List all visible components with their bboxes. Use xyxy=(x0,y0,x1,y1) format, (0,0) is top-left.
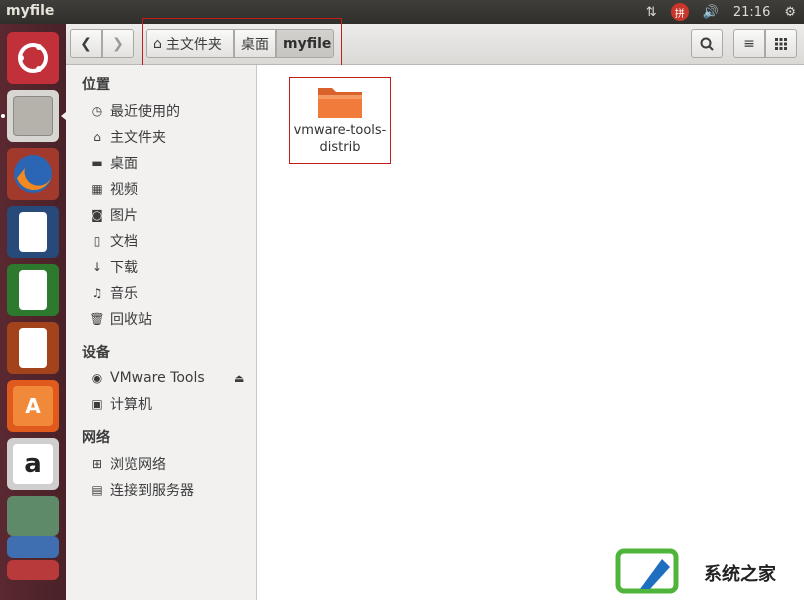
network-icon: ⊞ xyxy=(91,457,103,471)
watermark-text: 系统之家 xyxy=(704,564,776,585)
chevron-right-icon: ❯ xyxy=(112,35,124,52)
disc-icon: ◉ xyxy=(91,371,103,385)
launcher-software-center-button[interactable]: A xyxy=(7,380,59,432)
file-cabinet-icon xyxy=(13,96,53,136)
launcher-calc-button[interactable] xyxy=(7,264,59,316)
network-transfer-icon[interactable]: ⇅ xyxy=(646,5,657,20)
calc-spreadsheet-icon xyxy=(19,270,47,310)
computer-icon: ▣ xyxy=(91,397,103,411)
firefox-icon xyxy=(14,155,52,193)
launcher-update-button[interactable] xyxy=(7,496,59,536)
folder-item[interactable]: vmware-tools-distrib xyxy=(289,77,391,164)
folder-icon: ▬ xyxy=(91,156,103,170)
devices-heading: 设备 xyxy=(82,345,110,361)
server-icon: ▤ xyxy=(91,483,103,497)
clock-icon: ◷ xyxy=(91,104,103,118)
sidebar-item-home[interactable]: ⌂ 主文件夹 xyxy=(90,126,166,148)
search-icon xyxy=(700,37,714,51)
sidebar-item-desktop[interactable]: ▬ 桌面 xyxy=(90,152,138,174)
launcher-firefox-button[interactable] xyxy=(7,148,59,200)
back-button[interactable]: ❮ xyxy=(70,29,102,58)
sidebar-item-recent[interactable]: ◷ 最近使用的 xyxy=(90,100,180,122)
sidebar-item-videos[interactable]: ▦ 视频 xyxy=(90,178,138,200)
eject-icon[interactable]: ⏏ xyxy=(234,372,244,385)
top-panel: myfile ⇅ 拼 🔊 21:16 ⚙ xyxy=(0,0,804,24)
launcher-files-button[interactable] xyxy=(7,90,59,142)
sidebar-item-downloads[interactable]: ↓ 下载 xyxy=(90,256,138,278)
watermark: 系统之家 xyxy=(610,545,804,600)
sidebar-item-pictures[interactable]: ◙ 图片 xyxy=(90,204,138,226)
launcher-impress-button[interactable] xyxy=(7,322,59,374)
list-view-button[interactable]: ≡ xyxy=(733,29,765,58)
places-heading: 位置 xyxy=(82,77,110,93)
amazon-icon: a xyxy=(13,444,53,484)
breadcrumb-highlight-box xyxy=(142,18,342,71)
volume-icon[interactable]: 🔊 xyxy=(703,5,719,20)
sidebar-item-documents[interactable]: ▯ 文档 xyxy=(90,230,138,252)
sidebar-item-connect-server[interactable]: ▤ 连接到服务器 xyxy=(90,479,194,501)
document-icon: ▯ xyxy=(93,234,101,248)
clock[interactable]: 21:16 xyxy=(733,5,770,20)
launcher-removable-button[interactable] xyxy=(7,536,59,558)
sidebar-item-computer[interactable]: ▣ 计算机 xyxy=(90,393,152,415)
launcher-dash-button[interactable] xyxy=(7,32,59,84)
launcher-dvd-button[interactable] xyxy=(7,560,59,580)
chevron-left-icon: ❮ xyxy=(80,35,92,52)
trash-icon: 🗑 xyxy=(89,312,105,326)
folder-name: vmware-tools-distrib xyxy=(293,123,387,155)
forward-button[interactable]: ❯ xyxy=(102,29,134,58)
sidebar-item-music[interactable]: ♫ 音乐 xyxy=(90,282,138,304)
file-manager-window: ❮ ❯ ⌂ 主文件夹 桌面 myfile ≡ 位置 ◷ 最近使用的 ⌂ 主文件夹… xyxy=(66,18,804,600)
network-heading: 网络 xyxy=(82,430,110,446)
music-icon: ♫ xyxy=(91,286,103,300)
sidebar-item-browse-network[interactable]: ⊞ 浏览网络 xyxy=(90,453,166,475)
home-icon: ⌂ xyxy=(93,130,101,144)
window-title: myfile xyxy=(6,3,55,19)
input-method-icon[interactable]: 拼 xyxy=(670,3,689,21)
list-view-icon: ≡ xyxy=(743,35,755,52)
ubuntu-logo-icon xyxy=(18,43,48,73)
download-icon: ↓ xyxy=(91,260,103,274)
watermark-logo-icon xyxy=(615,548,679,594)
running-indicator xyxy=(1,114,5,118)
launcher: A a xyxy=(0,24,67,600)
grid-view-button[interactable] xyxy=(765,29,797,58)
sidebar: 位置 ◷ 最近使用的 ⌂ 主文件夹 ▬ 桌面 ▦ 视频 ◙ 图片 ▯ 文档 ↓ 下载 ♫ 音乐 … xyxy=(66,65,257,600)
film-icon: ▦ xyxy=(91,182,103,196)
launcher-amazon-button[interactable]: a xyxy=(7,438,59,490)
impress-presentation-icon xyxy=(19,328,47,368)
sidebar-item-vmware-tools[interactable]: ◉ VMware Tools xyxy=(90,367,205,389)
search-button[interactable] xyxy=(691,29,723,58)
shopping-bag-icon: A xyxy=(13,386,53,426)
sidebar-item-trash[interactable]: 🗑 回收站 xyxy=(89,308,152,330)
launcher-writer-button[interactable] xyxy=(7,206,59,258)
power-gear-icon[interactable]: ⚙ xyxy=(784,5,796,20)
camera-icon: ◙ xyxy=(91,208,103,222)
writer-document-icon xyxy=(19,212,47,252)
grid-view-icon xyxy=(775,37,787,50)
folder-icon xyxy=(318,88,362,118)
system-tray: ⇅ 拼 🔊 21:16 ⚙ xyxy=(646,0,796,24)
